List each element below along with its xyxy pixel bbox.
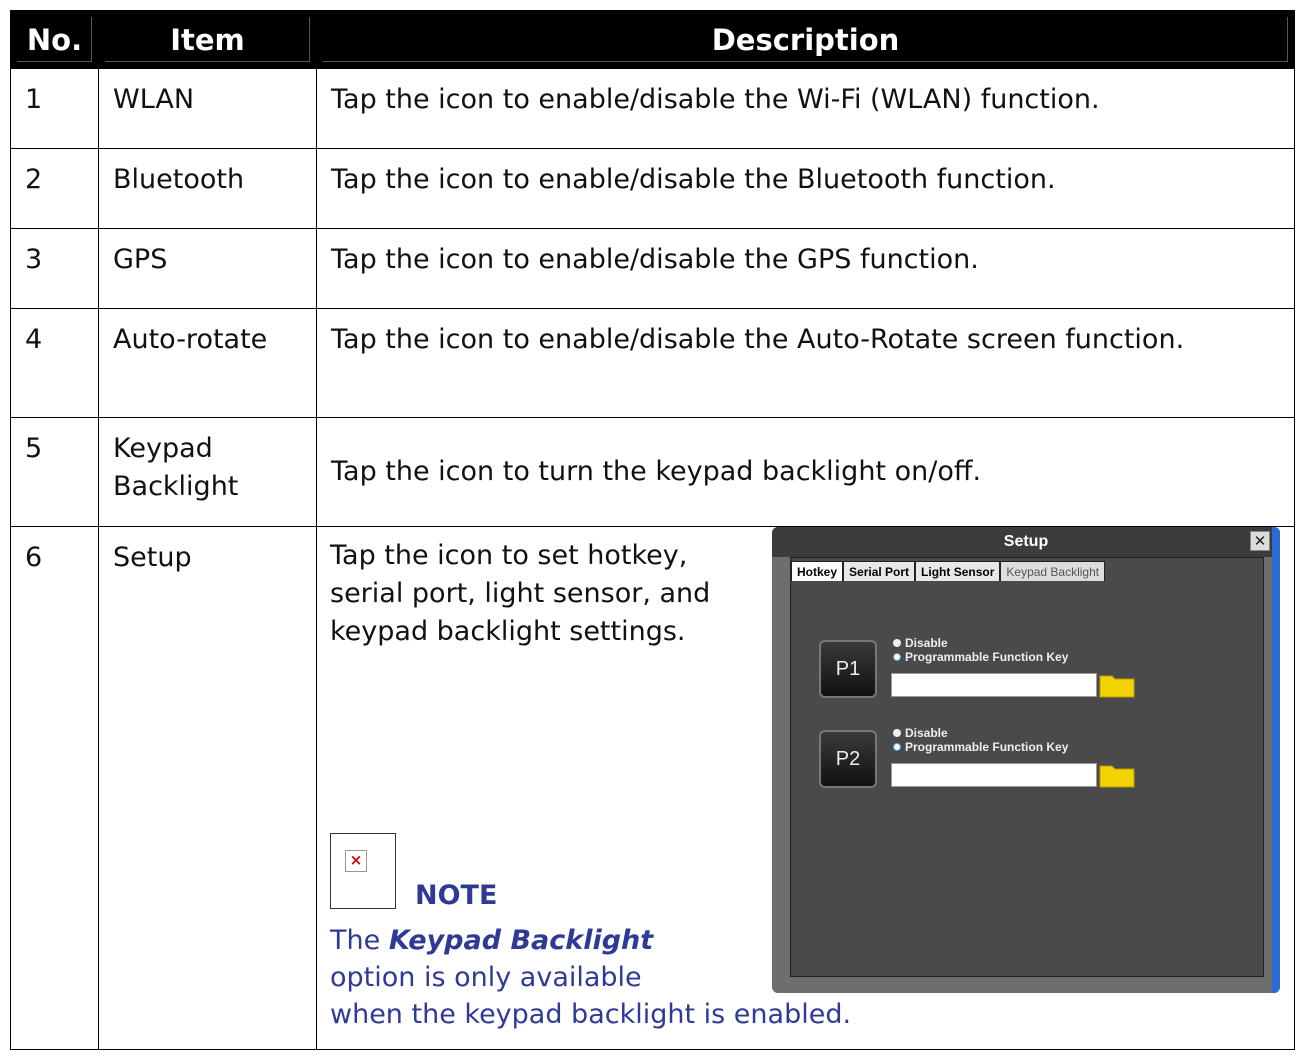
p1-disable-radio[interactable]: Disable [893,636,948,650]
p1-pfk-radio[interactable]: Programmable Function Key [893,650,1068,664]
row-item: WLAN [98,68,317,149]
table-row: 3 GPS Tap the icon to enable/disable the… [10,228,1295,309]
header-item: Item [98,10,317,69]
p2-path-input[interactable] [891,763,1097,787]
row-item: GPS [98,228,317,309]
table-row: 4 Auto-rotate Tap the icon to enable/dis… [10,308,1295,418]
row-description: Tap the icon to enable/disable the GPS f… [316,228,1295,309]
row-number: 6 [10,526,99,1050]
setup-window-screenshot: Setup ✕ Hotkey Serial Port Light Sensor … [772,527,1280,993]
row-description: Tap the icon to enable/disable the Wi-Fi… [316,68,1295,149]
window-body: Hotkey Serial Port Light Sensor Keypad B… [790,557,1264,977]
p2-disable-radio[interactable]: Disable [893,726,948,740]
note-emphasis: Keypad Backlight [388,925,654,956]
note-title: NOTE [415,880,498,911]
row-number: 2 [10,148,99,229]
tab-hotkey[interactable]: Hotkey [791,561,844,581]
row-number: 4 [10,308,99,418]
tab-light-sensor[interactable]: Light Sensor [915,561,1001,581]
header-no: No. [10,10,99,69]
row-number: 3 [10,228,99,309]
folder-icon[interactable] [1099,672,1135,698]
broken-image-icon: × [330,833,396,909]
row-item: Setup [98,526,317,1050]
tab-serial-port[interactable]: Serial Port [843,561,916,581]
setup-description: Tap the icon to set hotkey, serial port,… [330,540,711,647]
row-number: 5 [10,417,99,527]
row-item: Bluetooth [98,148,317,229]
row-item: Keypad Backlight [98,417,317,527]
tab-strip: Hotkey Serial Port Light Sensor Keypad B… [791,561,1106,581]
p2-key-icon: P2 [819,730,877,788]
row-description: Tap the icon to enable/disable the Bluet… [316,148,1295,229]
row-number: 1 [10,68,99,149]
folder-icon[interactable] [1099,762,1135,788]
window-title: Setup [772,527,1280,557]
table-row: 5 Keypad Backlight Tap the icon to turn t… [10,417,1295,527]
table-row: 2 Bluetooth Tap the icon to enable/disab… [10,148,1295,229]
close-icon[interactable]: ✕ [1250,531,1270,551]
row-item: Auto-rotate [98,308,317,418]
p1-path-input[interactable] [891,673,1097,697]
p2-pfk-radio[interactable]: Programmable Function Key [893,740,1068,754]
table-header-row: No. Item Description [10,10,1295,69]
row-description: Tap the icon to enable/disable the Auto-… [316,308,1295,418]
tab-keypad-backlight[interactable]: Keypad Backlight [1000,561,1106,581]
table-row: 1 WLAN Tap the icon to enable/disable th… [10,68,1295,149]
item-line: Keypad [113,433,213,464]
row-description: Tap the icon to turn the keypad backligh… [316,417,1295,527]
p1-key-icon: P1 [819,640,877,698]
header-description: Description [316,10,1295,69]
item-line: Backlight [113,471,239,502]
